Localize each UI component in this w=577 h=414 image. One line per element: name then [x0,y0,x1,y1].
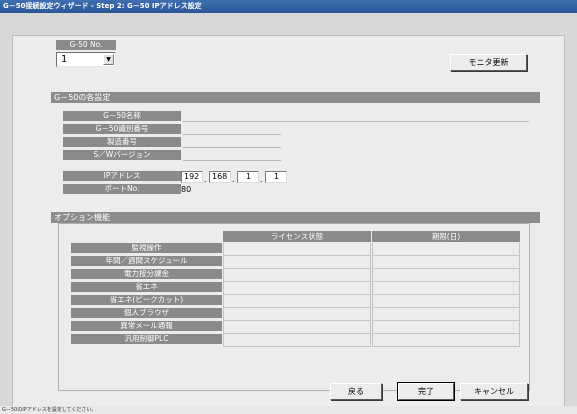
settings-section-header: G－50の各設定 [51,92,540,103]
g50-number-label: G-50 No. [56,40,116,50]
expiry-days-cell [372,269,520,282]
expiry-days-cell [372,308,520,321]
ip-address-label: IPアドレス [63,171,181,181]
license-status-cell [223,269,371,282]
status-bar: G－50のIPアドレスを設定してください。 [0,406,577,414]
license-status-cell [223,282,371,295]
ip-octet-1[interactable]: 192 [181,171,203,183]
option-row-label: 監視操作 [71,243,222,253]
software-version-label: S／Wバージョン [63,150,181,160]
ip-separator: . [232,175,235,184]
window-title: G－50接続設定ウィザード - Step 2: G－50 IPアドレス設定 [0,0,577,13]
option-row-label: 異常メール通報 [71,321,222,331]
option-row-label: 省エネ(ピークカット) [71,295,222,305]
port-number-label: ポートNo. [63,184,181,194]
serial-number-value [183,137,281,148]
ip-separator: . [260,175,263,184]
g50-name-label: G－50名称 [63,111,181,121]
monitor-refresh-button[interactable]: モニタ更新 [450,54,527,71]
expiry-days-cell [372,295,520,308]
option-row-label: 個人ブラウザ [71,308,222,318]
software-version-value [183,150,281,161]
finish-button[interactable]: 完了 [397,382,455,401]
serial-number-label: 製造番号 [63,137,181,147]
license-status-header: ライセンス状態 [223,231,371,242]
options-section-header: オプション機能 [51,212,540,223]
ip-separator: . [204,175,207,184]
expiry-days-cell [372,334,520,347]
license-status-cell [223,308,371,321]
chevron-down-icon[interactable]: ▼ [103,54,114,65]
ip-octet-4[interactable]: 1 [265,171,287,183]
g50-name-value [183,111,529,122]
g50-id-label: G－50識別番号 [63,124,181,134]
option-row-label: 電力按分課金 [71,269,222,279]
option-row-label: 汎用制御PLC [71,334,222,344]
option-row-label: 省エネ [71,282,222,292]
expiry-days-cell [372,256,520,269]
license-status-cell [223,256,371,269]
expiry-days-cell [372,282,520,295]
g50-number-value: 1 [61,54,68,65]
g50-number-select[interactable]: 1 ▼ [56,52,116,67]
expiry-days-cell [372,243,520,256]
cancel-button[interactable]: キャンセル [460,383,528,400]
license-status-cell [223,334,371,347]
license-status-cell [223,321,371,334]
port-number-value: 80 [181,185,192,194]
license-status-cell [223,243,371,256]
option-row-label: 年間／週間スケジュール [71,256,222,266]
expiry-days-header: 期限(日) [372,231,520,242]
license-status-cell [223,295,371,308]
back-button[interactable]: 戻る [330,383,382,400]
ip-octet-3[interactable]: 1 [237,171,259,183]
ip-octet-2[interactable]: 168 [209,171,231,183]
expiry-days-cell [372,321,520,334]
g50-id-value [183,124,281,135]
